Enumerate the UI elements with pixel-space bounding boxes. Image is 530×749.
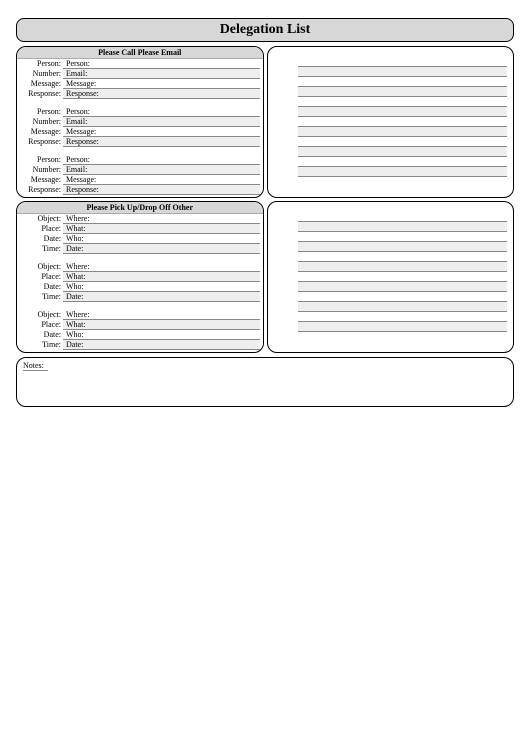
label: Message:	[20, 175, 63, 185]
field-line[interactable]: Who:	[63, 234, 260, 244]
write-line[interactable]	[298, 107, 508, 117]
field-line[interactable]: Message:	[63, 79, 260, 89]
write-line[interactable]	[298, 157, 508, 167]
panel-call-email: Please Call Please Email Person:Person: …	[16, 46, 264, 198]
panel-pickup: Please Pick Up/Drop Off Other Object:Whe…	[16, 201, 264, 353]
write-line[interactable]	[298, 232, 508, 242]
field-line[interactable]: Email:	[63, 69, 260, 79]
label: Time:	[20, 244, 63, 254]
write-line[interactable]	[298, 312, 508, 322]
field-line[interactable]: Date:	[63, 292, 260, 302]
field-line[interactable]: Where:	[63, 262, 260, 272]
write-line[interactable]	[298, 117, 508, 127]
field-line[interactable]: Date:	[63, 244, 260, 254]
label: Time:	[20, 292, 63, 302]
field-line[interactable]: Who:	[63, 282, 260, 292]
write-line[interactable]	[298, 242, 508, 252]
write-line[interactable]	[298, 87, 508, 97]
label: Person:	[20, 107, 63, 117]
label: Response:	[20, 89, 63, 99]
write-line[interactable]	[298, 67, 508, 77]
write-line[interactable]	[298, 127, 508, 137]
notes-label: Notes:	[23, 361, 48, 371]
label: Number:	[20, 165, 63, 175]
field-line[interactable]: Response:	[63, 89, 260, 99]
write-line[interactable]	[298, 137, 508, 147]
field-line[interactable]: Person:	[63, 155, 260, 165]
label: Place:	[20, 320, 63, 330]
field-line[interactable]: Response:	[63, 137, 260, 147]
label: Response:	[20, 185, 63, 195]
field-line[interactable]: Message:	[63, 175, 260, 185]
label: Response:	[20, 137, 63, 147]
label: Message:	[20, 79, 63, 89]
field-line[interactable]: Where:	[63, 214, 260, 224]
label: Number:	[20, 69, 63, 79]
write-line[interactable]	[298, 212, 508, 222]
field-line[interactable]: Response:	[63, 185, 260, 195]
page-title: Delegation List	[16, 18, 514, 42]
panel-call-email-header: Please Call Please Email	[17, 47, 263, 59]
label: Object:	[20, 310, 63, 320]
field-line[interactable]: Email:	[63, 165, 260, 175]
panel-blank-2	[267, 201, 515, 353]
write-line[interactable]	[298, 302, 508, 312]
label: Place:	[20, 224, 63, 234]
label: Time:	[20, 340, 63, 350]
field-line[interactable]: Who:	[63, 330, 260, 340]
label: Date:	[20, 282, 63, 292]
field-line[interactable]: Where:	[63, 310, 260, 320]
label: Message:	[20, 127, 63, 137]
field-line[interactable]: Person:	[63, 59, 260, 69]
field-line[interactable]: What:	[63, 224, 260, 234]
label: Object:	[20, 214, 63, 224]
field-line[interactable]: Person:	[63, 107, 260, 117]
write-line[interactable]	[298, 292, 508, 302]
field-line[interactable]: Email:	[63, 117, 260, 127]
label: Date:	[20, 234, 63, 244]
panel-blank-1	[267, 46, 515, 198]
notes-panel[interactable]: Notes:	[16, 357, 514, 407]
write-line[interactable]	[298, 57, 508, 67]
label: Number:	[20, 117, 63, 127]
main-grid: Please Call Please Email Person:Person: …	[16, 46, 514, 353]
panel-pickup-header: Please Pick Up/Drop Off Other	[17, 202, 263, 214]
label: Person:	[20, 59, 63, 69]
write-line[interactable]	[298, 167, 508, 177]
field-line[interactable]: What:	[63, 272, 260, 282]
field-line[interactable]: What:	[63, 320, 260, 330]
write-line[interactable]	[298, 322, 508, 332]
write-line[interactable]	[298, 252, 508, 262]
write-line[interactable]	[298, 262, 508, 272]
write-line[interactable]	[298, 147, 508, 157]
label: Date:	[20, 330, 63, 340]
label: Person:	[20, 155, 63, 165]
write-line[interactable]	[298, 97, 508, 107]
write-line[interactable]	[298, 222, 508, 232]
write-line[interactable]	[298, 77, 508, 87]
label: Object:	[20, 262, 63, 272]
field-line[interactable]: Date:	[63, 340, 260, 350]
field-line[interactable]: Message:	[63, 127, 260, 137]
label: Place:	[20, 272, 63, 282]
write-line[interactable]	[298, 272, 508, 282]
write-line[interactable]	[298, 282, 508, 292]
